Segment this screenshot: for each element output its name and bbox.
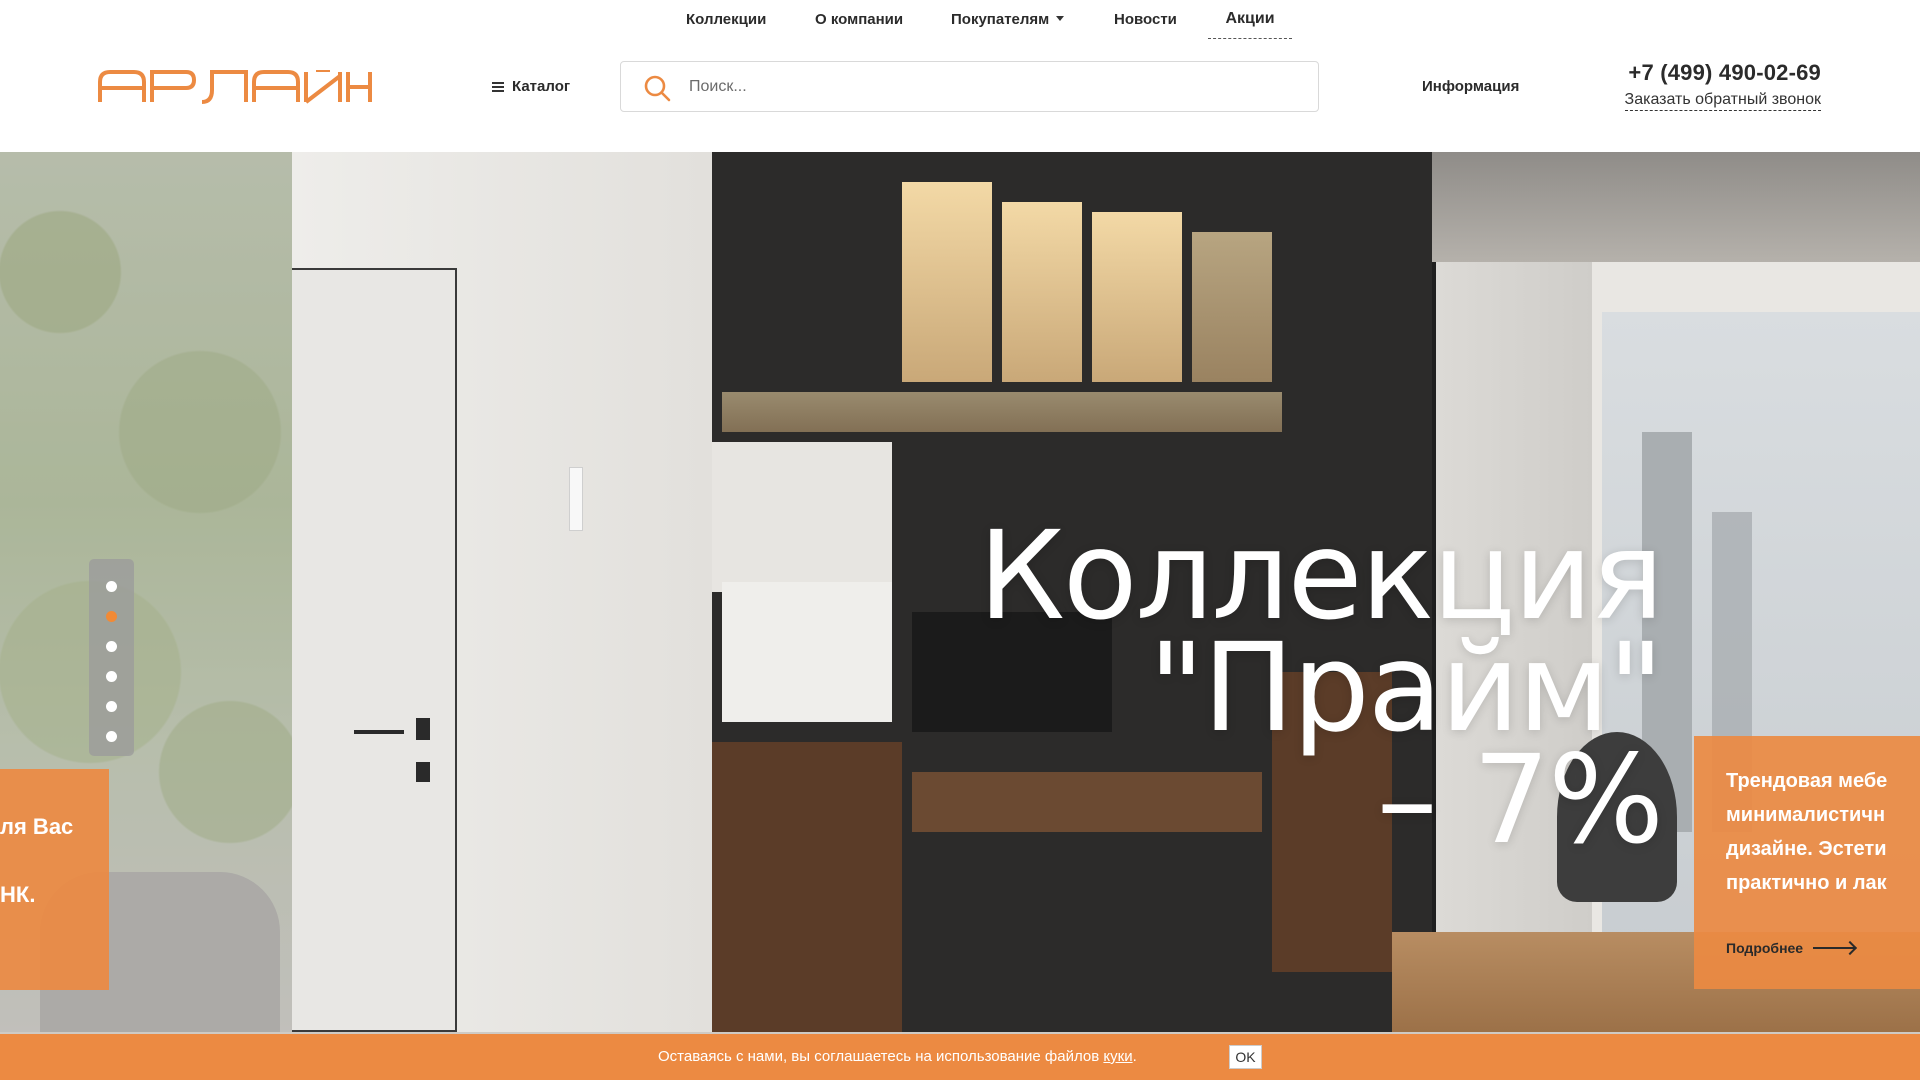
top-nav: Коллекции О компании Покупателям Новости…: [0, 0, 1920, 42]
light-switch: [569, 467, 583, 531]
slide-dot-6[interactable]: [106, 731, 117, 742]
lit-shelf: [722, 392, 1282, 432]
lit-shelf: [1002, 202, 1082, 382]
promo-card-text: минималистичн: [1726, 804, 1886, 826]
door: [292, 268, 457, 1032]
promo-card-next[interactable]: Трендовая мебе минималистичн дизайне. Эс…: [1694, 736, 1920, 989]
search-icon[interactable]: [643, 74, 671, 102]
slide-dot-2[interactable]: [106, 611, 117, 622]
hero-title: Коллекция "Прайм" – 7%: [978, 505, 1664, 871]
menu-icon: [492, 81, 504, 92]
info-link[interactable]: Информация: [1422, 78, 1519, 95]
slide-dot-4[interactable]: [106, 671, 117, 682]
promo-card-text: практично и лак: [1726, 872, 1887, 894]
lit-shelf: [1092, 212, 1182, 382]
promo-card-text: Трендовая мебе: [1726, 770, 1888, 792]
white-shelf: [712, 442, 892, 592]
nav-about[interactable]: О компании: [815, 11, 903, 28]
slide-dot-3[interactable]: [106, 641, 117, 652]
cookie-message: Оставаясь с нами, вы соглашаетесь на исп…: [658, 1048, 1104, 1065]
slide-dot-5[interactable]: [106, 701, 117, 712]
arrow-right-icon: [1813, 947, 1856, 949]
cookie-text: Оставаясь с нами, вы соглашаетесь на исп…: [658, 1048, 1137, 1065]
cookie-link[interactable]: куки: [1103, 1048, 1132, 1065]
nav-news[interactable]: Новости: [1114, 11, 1177, 28]
promo-card-previous[interactable]: ля Вас НК.: [0, 769, 109, 990]
hero-slider: Коллекция "Прайм" – 7% ля Вас НК. Трендо…: [0, 152, 1920, 1080]
slide-dot-1[interactable]: [106, 581, 117, 592]
lit-shelf: [902, 182, 992, 382]
door-handle: [354, 730, 404, 734]
callback-link[interactable]: Заказать обратный звонок: [1624, 91, 1821, 111]
caret-down-icon: [1056, 16, 1065, 21]
nav-promotions[interactable]: Акции: [1208, 10, 1292, 39]
catalog-label: Каталог: [512, 78, 571, 95]
more-link[interactable]: Подробнее: [1726, 940, 1856, 956]
logo-wordmark: [98, 68, 372, 104]
hero-title-line: "Прайм": [1148, 617, 1664, 759]
catalog-button[interactable]: Каталог: [492, 78, 570, 95]
nav-customers[interactable]: Покупателям: [951, 11, 1065, 28]
promo-card-text: ля Вас: [0, 814, 74, 839]
door-lock: [416, 762, 430, 782]
cookie-suffix: .: [1132, 1048, 1137, 1065]
site-header: Коллекции О компании Покупателям Новости…: [0, 0, 1920, 152]
nav-customers-label: Покупателям: [951, 11, 1050, 28]
lit-shelf: [1192, 232, 1272, 382]
white-shelf: [722, 582, 892, 722]
hero-title-line: Коллекция: [978, 505, 1664, 647]
cookie-banner: Оставаясь с нами, вы соглашаетесь на исп…: [0, 1034, 1920, 1080]
more-link-label: Подробнее: [1726, 940, 1804, 956]
site-logo[interactable]: [98, 68, 372, 104]
hero-title-line: – 7%: [1376, 729, 1664, 871]
promo-card-text: НК.: [0, 882, 36, 907]
search-box[interactable]: [620, 61, 1319, 112]
phone-number[interactable]: +7 (499) 490-02-69: [1628, 60, 1821, 86]
cabinet-door: [712, 742, 902, 1032]
promo-card-text: дизайне. Эстети: [1726, 838, 1887, 860]
nav-collections[interactable]: Коллекции: [686, 11, 766, 28]
cookie-ok-button[interactable]: OK: [1229, 1045, 1262, 1069]
slider-pagination: [89, 559, 134, 756]
search-input[interactable]: [689, 62, 1289, 111]
door-lock: [416, 718, 430, 740]
